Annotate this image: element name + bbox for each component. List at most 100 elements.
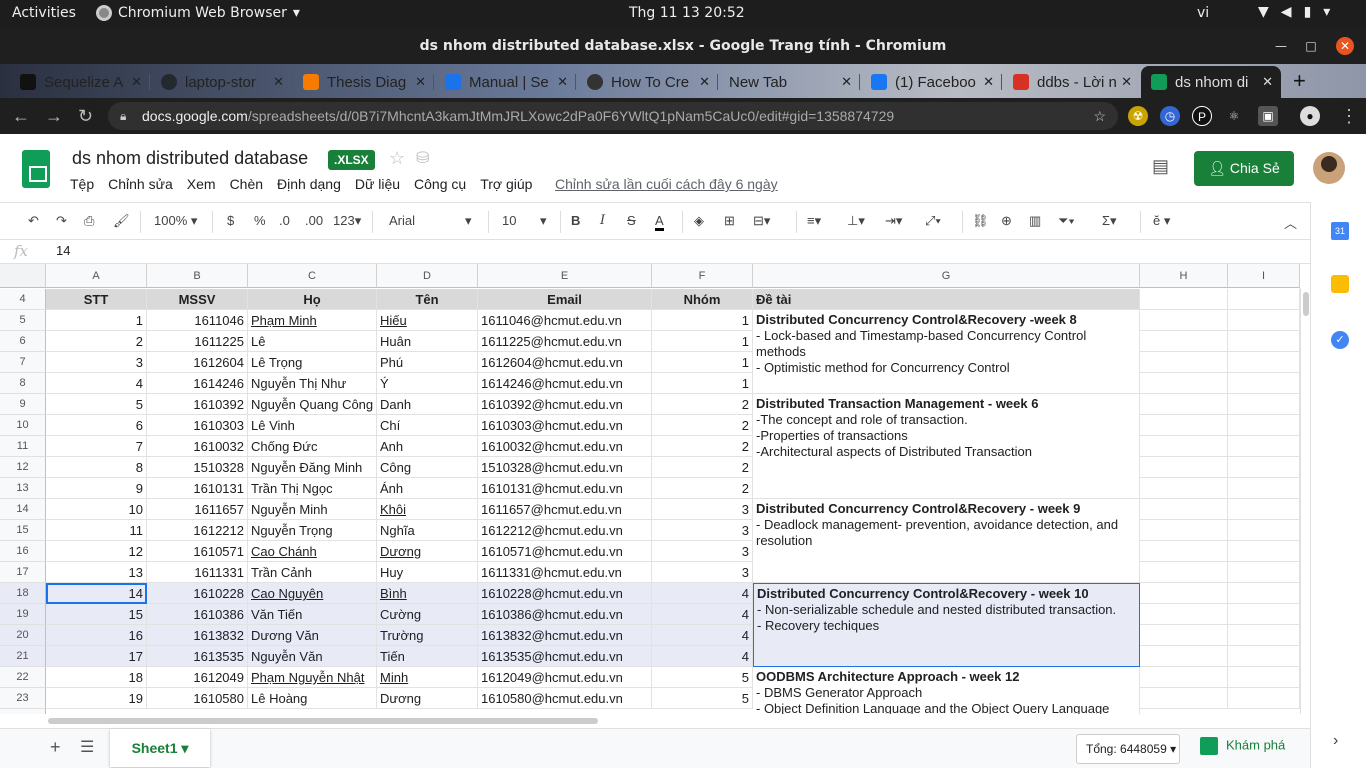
table-cell[interactable]: 6: [46, 415, 147, 436]
redo-icon[interactable]: ↷: [56, 213, 67, 229]
table-cell[interactable]: 4: [652, 604, 753, 625]
table-header-cell[interactable]: MSSV: [147, 289, 248, 310]
table-cell[interactable]: Lê Hoàng: [248, 688, 377, 709]
table-cell[interactable]: 7: [46, 436, 147, 457]
browser-tab[interactable]: laptop-stor ✕: [151, 66, 292, 98]
avatar[interactable]: [1313, 152, 1345, 184]
menu-format[interactable]: Định dạng: [277, 176, 341, 192]
explore-button[interactable]: Khám phá: [1200, 737, 1285, 755]
column-header[interactable]: I: [1228, 264, 1300, 288]
row-header[interactable]: 10: [0, 415, 46, 436]
empty-cell[interactable]: [1228, 289, 1300, 310]
close-tab-icon[interactable]: ✕: [273, 74, 284, 90]
menu-view[interactable]: Xem: [187, 176, 216, 192]
comments-icon[interactable]: ▤: [1152, 156, 1169, 177]
decrease-decimal-button[interactable]: .0: [279, 213, 290, 228]
row-header[interactable]: 18: [0, 583, 46, 604]
table-cell[interactable]: Chí: [377, 415, 478, 436]
column-header[interactable]: A: [46, 264, 147, 288]
table-cell[interactable]: 19: [46, 688, 147, 709]
table-cell[interactable]: 1610032@hcmut.edu.vn: [478, 436, 652, 457]
sum-summary[interactable]: Tổng: 6448059 ▾: [1076, 734, 1180, 764]
horizontal-scrollbar[interactable]: [46, 716, 1300, 726]
table-cell[interactable]: 3: [652, 562, 753, 583]
empty-cell[interactable]: [1228, 688, 1300, 709]
table-cell[interactable]: 1510328: [147, 457, 248, 478]
table-cell[interactable]: 4: [46, 373, 147, 394]
more-formats-button[interactable]: 123▾: [333, 213, 361, 229]
empty-cell[interactable]: [1228, 394, 1300, 415]
table-cell[interactable]: 15: [46, 604, 147, 625]
paint-format-icon[interactable]: 🖌︎: [113, 213, 130, 229]
menu-tools[interactable]: Công cụ: [414, 176, 466, 192]
collapse-toolbar-icon[interactable]: ︿: [1284, 213, 1297, 232]
table-cell[interactable]: 1610131@hcmut.edu.vn: [478, 478, 652, 499]
empty-cell[interactable]: [1228, 667, 1300, 688]
empty-cell[interactable]: [1228, 499, 1300, 520]
table-cell[interactable]: 17: [46, 646, 147, 667]
table-cell[interactable]: 1611657: [147, 499, 248, 520]
table-cell[interactable]: Khôi: [377, 499, 478, 520]
empty-cell[interactable]: [1140, 499, 1228, 520]
text-rotation-icon[interactable]: ⤢▾: [925, 213, 941, 229]
row-header[interactable]: 9: [0, 394, 46, 415]
table-cell[interactable]: 1610228: [147, 583, 248, 604]
table-cell[interactable]: 10: [46, 499, 147, 520]
fill-color-icon[interactable]: ◈: [694, 213, 704, 229]
empty-cell[interactable]: [1140, 604, 1228, 625]
forward-icon[interactable]: →: [45, 106, 63, 127]
table-cell[interactable]: 3: [652, 520, 753, 541]
font-select[interactable]: Arial ▾: [389, 213, 479, 228]
table-cell[interactable]: 2: [652, 436, 753, 457]
kebab-menu-icon[interactable]: ⋮: [1340, 106, 1358, 127]
back-icon[interactable]: ←: [12, 106, 30, 127]
tasks-icon[interactable]: ✓: [1331, 331, 1349, 349]
table-cell[interactable]: 1610303@hcmut.edu.vn: [478, 415, 652, 436]
column-header[interactable]: H: [1140, 264, 1228, 288]
table-cell[interactable]: 3: [46, 352, 147, 373]
undo-icon[interactable]: ↶: [28, 213, 39, 229]
reload-icon[interactable]: ↻: [78, 106, 93, 127]
table-cell[interactable]: Phú: [377, 352, 478, 373]
empty-cell[interactable]: [1140, 541, 1228, 562]
increase-decimal-button[interactable]: .00: [305, 213, 323, 228]
scrollbar-thumb[interactable]: [48, 718, 598, 724]
close-tab-icon[interactable]: ✕: [557, 74, 568, 90]
browser-tab[interactable]: (1) Faceboo ✕: [861, 66, 1002, 98]
strikethrough-icon[interactable]: S: [627, 213, 636, 228]
table-cell[interactable]: Dương: [377, 688, 478, 709]
table-cell[interactable]: Nguyễn Đăng Minh: [248, 457, 377, 478]
row-header[interactable]: 5: [0, 310, 46, 331]
input-language[interactable]: vi: [1197, 5, 1209, 21]
table-cell[interactable]: Lê Trọng: [248, 352, 377, 373]
row-header[interactable]: 16: [0, 541, 46, 562]
table-cell[interactable]: Dương Văn: [248, 625, 377, 646]
empty-cell[interactable]: [1228, 310, 1300, 331]
extension-icon[interactable]: P: [1192, 106, 1212, 126]
table-cell[interactable]: 1610032: [147, 436, 248, 457]
table-cell[interactable]: Bình: [377, 583, 478, 604]
empty-cell[interactable]: [1228, 436, 1300, 457]
close-tab-icon[interactable]: ✕: [1121, 74, 1132, 90]
empty-cell[interactable]: [1140, 394, 1228, 415]
empty-cell[interactable]: [1140, 478, 1228, 499]
table-header-cell[interactable]: Nhóm: [652, 289, 753, 310]
empty-cell[interactable]: [1140, 625, 1228, 646]
table-cell[interactable]: Trường: [377, 625, 478, 646]
browser-tab[interactable]: Manual | Se ✕: [435, 66, 576, 98]
table-cell[interactable]: Phạm Minh: [248, 310, 377, 331]
close-tab-icon[interactable]: ✕: [131, 74, 142, 90]
table-cell[interactable]: 18: [46, 667, 147, 688]
row-header[interactable]: 22: [0, 667, 46, 688]
table-cell[interactable]: 1610571: [147, 541, 248, 562]
table-cell[interactable]: 1610392@hcmut.edu.vn: [478, 394, 652, 415]
print-icon[interactable]: ⎙: [84, 213, 94, 229]
empty-cell[interactable]: [1140, 583, 1228, 604]
table-cell[interactable]: 1: [652, 373, 753, 394]
table-cell[interactable]: 1611657@hcmut.edu.vn: [478, 499, 652, 520]
menu-insert[interactable]: Chèn: [230, 176, 263, 192]
active-cell[interactable]: 14: [46, 583, 147, 604]
table-cell[interactable]: 1611225: [147, 331, 248, 352]
table-cell[interactable]: Tiến: [377, 646, 478, 667]
add-sheet-icon[interactable]: +: [50, 737, 61, 758]
